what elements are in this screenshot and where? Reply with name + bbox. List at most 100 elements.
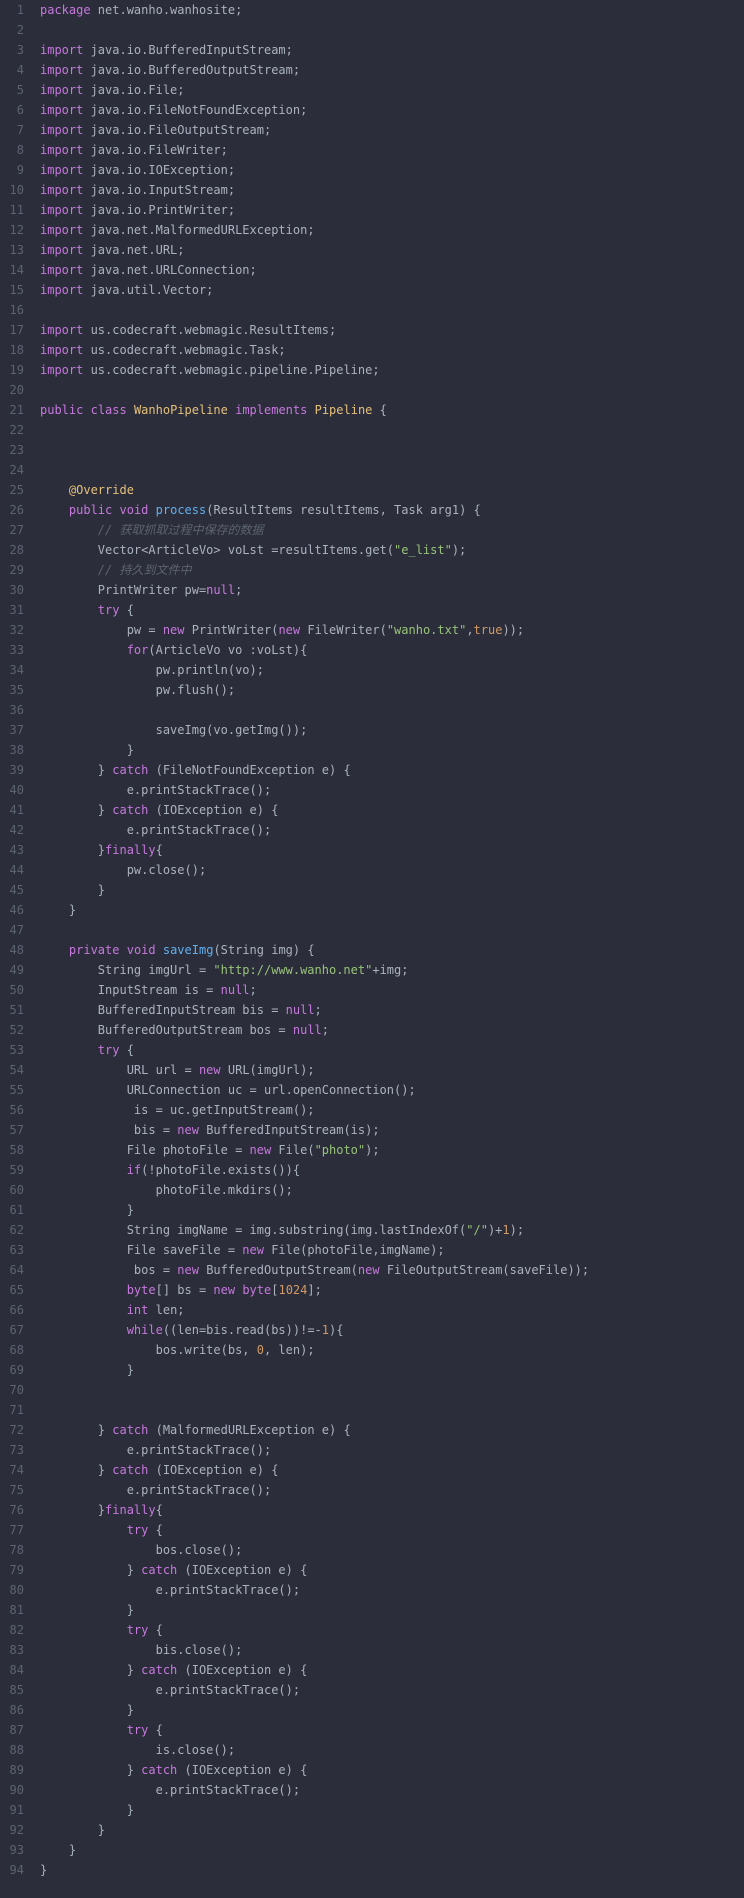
code-line[interactable]: } — [40, 900, 744, 920]
code-line[interactable]: BufferedInputStream bis = null; — [40, 1000, 744, 1020]
code-line[interactable]: } — [40, 1840, 744, 1860]
code-line[interactable]: e.printStackTrace(); — [40, 1580, 744, 1600]
code-line[interactable]: pw = new PrintWriter(new FileWriter("wan… — [40, 620, 744, 640]
code-line[interactable]: } — [40, 1360, 744, 1380]
code-line[interactable]: } — [40, 740, 744, 760]
code-line[interactable]: import java.io.FileWriter; — [40, 140, 744, 160]
code-line[interactable]: File saveFile = new File(photoFile,imgNa… — [40, 1240, 744, 1260]
code-line[interactable]: e.printStackTrace(); — [40, 1480, 744, 1500]
code-line[interactable]: } — [40, 1200, 744, 1220]
code-line[interactable]: public class WanhoPipeline implements Pi… — [40, 400, 744, 420]
code-line[interactable]: import java.net.URLConnection; — [40, 260, 744, 280]
code-line[interactable]: pw.println(vo); — [40, 660, 744, 680]
code-line[interactable]: } catch (IOException e) { — [40, 1760, 744, 1780]
code-line[interactable]: } catch (IOException e) { — [40, 1460, 744, 1480]
code-line[interactable]: bos = new BufferedOutputStream(new FileO… — [40, 1260, 744, 1280]
code-line[interactable]: try { — [40, 1040, 744, 1060]
code-line[interactable]: pw.close(); — [40, 860, 744, 880]
code-line[interactable]: String imgUrl = "http://www.wanho.net"+i… — [40, 960, 744, 980]
code-line[interactable]: import java.io.BufferedOutputStream; — [40, 60, 744, 80]
code-line[interactable] — [40, 20, 744, 40]
code-line[interactable]: import java.net.URL; — [40, 240, 744, 260]
line-number: 88 — [0, 1740, 24, 1760]
code-line[interactable]: } — [40, 1820, 744, 1840]
code-line[interactable]: bos.close(); — [40, 1540, 744, 1560]
code-line[interactable]: import us.codecraft.webmagic.pipeline.Pi… — [40, 360, 744, 380]
code-line[interactable]: pw.flush(); — [40, 680, 744, 700]
code-line[interactable]: package net.wanho.wanhosite; — [40, 0, 744, 20]
code-line[interactable]: } catch (IOException e) { — [40, 1560, 744, 1580]
code-line[interactable]: import java.io.InputStream; — [40, 180, 744, 200]
code-line[interactable]: byte[] bs = new byte[1024]; — [40, 1280, 744, 1300]
code-line[interactable]: if(!photoFile.exists()){ — [40, 1160, 744, 1180]
code-line[interactable]: photoFile.mkdirs(); — [40, 1180, 744, 1200]
code-line[interactable]: e.printStackTrace(); — [40, 1680, 744, 1700]
code-line[interactable]: } — [40, 1800, 744, 1820]
code-line[interactable]: import java.util.Vector; — [40, 280, 744, 300]
code-line[interactable]: // 获取抓取过程中保存的数据 — [40, 520, 744, 540]
code-content[interactable]: package net.wanho.wanhosite; import java… — [32, 0, 744, 1880]
code-line[interactable]: import java.io.IOException; — [40, 160, 744, 180]
code-line[interactable]: try { — [40, 1620, 744, 1640]
code-line[interactable] — [40, 300, 744, 320]
code-line[interactable]: for(ArticleVo vo :voLst){ — [40, 640, 744, 660]
code-line[interactable] — [40, 380, 744, 400]
code-line[interactable]: } — [40, 1700, 744, 1720]
code-line[interactable] — [40, 420, 744, 440]
code-line[interactable]: e.printStackTrace(); — [40, 820, 744, 840]
code-line[interactable]: Vector<ArticleVo> voLst =resultItems.get… — [40, 540, 744, 560]
code-line[interactable]: saveImg(vo.getImg()); — [40, 720, 744, 740]
code-line[interactable]: }finally{ — [40, 1500, 744, 1520]
code-line[interactable]: bis.close(); — [40, 1640, 744, 1660]
code-line[interactable]: URL url = new URL(imgUrl); — [40, 1060, 744, 1080]
code-line[interactable]: InputStream is = null; — [40, 980, 744, 1000]
code-line[interactable]: try { — [40, 1520, 744, 1540]
code-line[interactable]: import java.net.MalformedURLException; — [40, 220, 744, 240]
code-line[interactable]: e.printStackTrace(); — [40, 780, 744, 800]
code-line[interactable]: public void process(ResultItems resultIt… — [40, 500, 744, 520]
code-line[interactable] — [40, 1400, 744, 1420]
code-line[interactable]: bos.write(bs, 0, len); — [40, 1340, 744, 1360]
code-line[interactable] — [40, 920, 744, 940]
code-line[interactable]: import java.io.FileNotFoundException; — [40, 100, 744, 120]
code-line[interactable]: e.printStackTrace(); — [40, 1780, 744, 1800]
code-line[interactable]: BufferedOutputStream bos = null; — [40, 1020, 744, 1040]
code-line[interactable]: import java.io.BufferedInputStream; — [40, 40, 744, 60]
code-line[interactable]: } catch (FileNotFoundException e) { — [40, 760, 744, 780]
code-line[interactable]: import java.io.FileOutputStream; — [40, 120, 744, 140]
code-line[interactable] — [40, 1380, 744, 1400]
code-line[interactable]: } — [40, 880, 744, 900]
code-line[interactable]: private void saveImg(String img) { — [40, 940, 744, 960]
code-line[interactable]: import us.codecraft.webmagic.Task; — [40, 340, 744, 360]
code-line[interactable]: import us.codecraft.webmagic.ResultItems… — [40, 320, 744, 340]
code-line[interactable]: File photoFile = new File("photo"); — [40, 1140, 744, 1160]
code-line[interactable]: import java.io.File; — [40, 80, 744, 100]
line-number: 12 — [0, 220, 24, 240]
code-line[interactable]: while((len=bis.read(bs))!=-1){ — [40, 1320, 744, 1340]
code-line[interactable]: } catch (IOException e) { — [40, 800, 744, 820]
code-line[interactable]: try { — [40, 1720, 744, 1740]
code-line[interactable]: import java.io.PrintWriter; — [40, 200, 744, 220]
code-line[interactable]: } — [40, 1860, 744, 1880]
code-line[interactable] — [40, 460, 744, 480]
code-editor[interactable]: 1234567891011121314151617181920212223242… — [0, 0, 744, 1880]
code-line[interactable]: } catch (MalformedURLException e) { — [40, 1420, 744, 1440]
code-line[interactable]: URLConnection uc = url.openConnection(); — [40, 1080, 744, 1100]
code-line[interactable]: // 持久到文件中 — [40, 560, 744, 580]
code-line[interactable]: int len; — [40, 1300, 744, 1320]
line-number: 18 — [0, 340, 24, 360]
code-line[interactable]: PrintWriter pw=null; — [40, 580, 744, 600]
code-line[interactable]: } catch (IOException e) { — [40, 1660, 744, 1680]
code-line[interactable] — [40, 700, 744, 720]
code-line[interactable]: e.printStackTrace(); — [40, 1440, 744, 1460]
line-number: 48 — [0, 940, 24, 960]
code-line[interactable]: String imgName = img.substring(img.lastI… — [40, 1220, 744, 1240]
code-line[interactable]: @Override — [40, 480, 744, 500]
code-line[interactable]: } — [40, 1600, 744, 1620]
code-line[interactable]: is.close(); — [40, 1740, 744, 1760]
code-line[interactable]: try { — [40, 600, 744, 620]
code-line[interactable]: }finally{ — [40, 840, 744, 860]
code-line[interactable]: bis = new BufferedInputStream(is); — [40, 1120, 744, 1140]
code-line[interactable] — [40, 440, 744, 460]
code-line[interactable]: is = uc.getInputStream(); — [40, 1100, 744, 1120]
